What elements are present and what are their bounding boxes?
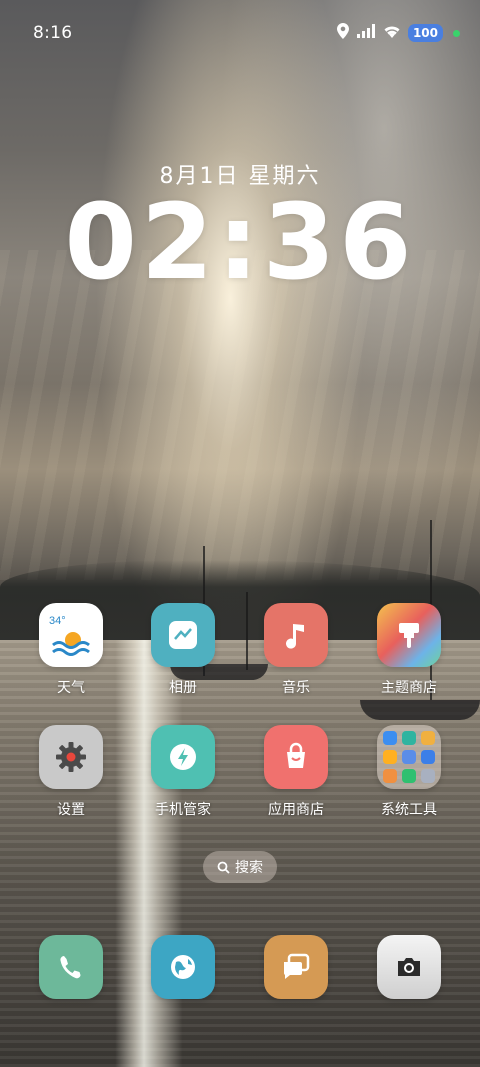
phone-manager-icon xyxy=(151,725,215,789)
folder-mini-app-icon xyxy=(421,769,435,783)
theme-store-icon xyxy=(377,603,441,667)
search-button[interactable]: 搜索 xyxy=(203,851,277,883)
search-label: 搜索 xyxy=(235,860,263,876)
signal-icon xyxy=(356,23,376,43)
app-store-icon xyxy=(264,725,328,789)
phone-icon xyxy=(39,935,103,999)
status-icons: 100 xyxy=(336,22,460,44)
status-time: 8:16 xyxy=(33,23,73,43)
privacy-dot xyxy=(453,29,460,37)
music-icon xyxy=(264,603,328,667)
app-theme-store[interactable]: 主题商店 xyxy=(359,603,459,697)
folder-mini-app-icon xyxy=(402,750,416,764)
folder-mini-app-icon xyxy=(402,731,416,745)
folder-mini-app-icon xyxy=(383,769,397,783)
folder-mini-app-icon xyxy=(402,769,416,783)
folder-mini-app-icon xyxy=(383,750,397,764)
app-settings[interactable]: 设置 xyxy=(21,725,121,819)
location-icon xyxy=(336,22,350,44)
folder-system-tools[interactable]: 系统工具 xyxy=(359,725,459,819)
globe-icon xyxy=(151,935,215,999)
app-label: 手机管家 xyxy=(155,802,211,818)
battery-indicator: 100 xyxy=(407,24,443,42)
app-label: 系统工具 xyxy=(381,802,437,818)
dock-browser[interactable] xyxy=(151,935,215,999)
boat-hull xyxy=(360,700,480,720)
app-label: 设置 xyxy=(57,802,85,818)
messages-icon xyxy=(264,935,328,999)
folder-mini-app-icon xyxy=(383,731,397,745)
wifi-icon xyxy=(382,23,402,43)
app-label: 天气 xyxy=(57,680,85,696)
weather-icon: 34° xyxy=(39,603,103,667)
app-label: 音乐 xyxy=(282,680,310,696)
svg-text:34°: 34° xyxy=(49,615,66,627)
dock-messages[interactable] xyxy=(264,935,328,999)
dock-camera[interactable] xyxy=(377,935,441,999)
camera-icon xyxy=(377,935,441,999)
app-label: 相册 xyxy=(169,680,197,696)
status-bar: 8:16 100 xyxy=(0,0,480,66)
folder-preview-grid xyxy=(383,731,435,783)
app-music[interactable]: 音乐 xyxy=(246,603,346,697)
folder-mini-app-icon xyxy=(421,750,435,764)
app-gallery[interactable]: 相册 xyxy=(133,603,233,697)
app-label: 应用商店 xyxy=(268,802,324,818)
app-label: 主题商店 xyxy=(381,680,437,696)
system-tools-folder-icon xyxy=(377,725,441,789)
clock-time[interactable]: 02:36 xyxy=(0,182,480,302)
app-weather[interactable]: 34° 天气 xyxy=(21,603,121,697)
gallery-icon xyxy=(151,603,215,667)
dock-phone[interactable] xyxy=(39,935,103,999)
app-phone-manager[interactable]: 手机管家 xyxy=(133,725,233,819)
app-app-store[interactable]: 应用商店 xyxy=(246,725,346,819)
folder-mini-app-icon xyxy=(421,731,435,745)
gear-icon xyxy=(39,725,103,789)
search-icon xyxy=(217,861,230,874)
